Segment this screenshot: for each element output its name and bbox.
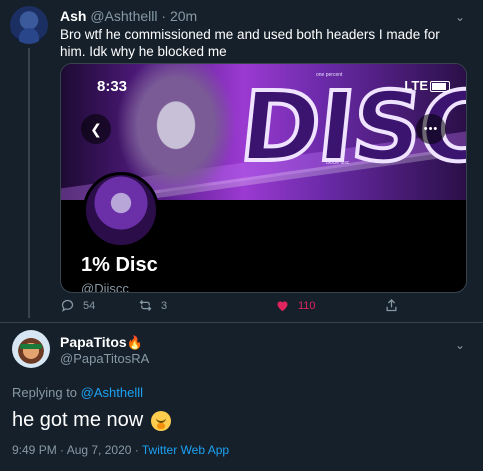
retweet-button[interactable]: 3 xyxy=(138,298,167,313)
handle[interactable]: @Ashthelll xyxy=(90,8,157,24)
replying-to-link[interactable]: @Ashthelll xyxy=(81,385,143,400)
divider xyxy=(0,322,483,323)
tweet-header: Ash @Ashthelll · 20m xyxy=(60,8,197,24)
source-link[interactable]: Twitter Web App xyxy=(142,443,229,457)
reply-button[interactable]: 54 xyxy=(60,298,95,313)
avatar[interactable] xyxy=(10,6,48,44)
retweet-icon xyxy=(139,300,152,311)
status-time: 8:33 xyxy=(97,78,128,95)
battery-icon xyxy=(430,81,450,92)
status-network: LTE xyxy=(404,78,428,93)
smirk-emoji-icon xyxy=(151,410,172,431)
fire-emoji: 🔥 xyxy=(126,335,143,350)
back-arrow-icon: ❮ xyxy=(81,114,111,144)
share-icon xyxy=(386,298,397,312)
share-button[interactable] xyxy=(384,298,399,313)
handle[interactable]: @PapaTitosRA xyxy=(60,351,149,366)
display-name[interactable]: Ash xyxy=(60,8,86,24)
like-count: 110 xyxy=(298,299,316,312)
tweet-original[interactable]: Ash @Ashthelll · 20m ⌄ Bro wtf he commis… xyxy=(0,0,483,322)
banner-tag-top: one percent xyxy=(316,72,343,78)
display-name[interactable]: PapaTitos🔥 xyxy=(60,334,143,351)
reply-count: 54 xyxy=(83,299,96,312)
banner-tag-bottom: diocle disc xyxy=(326,160,350,166)
tweet-meta: 9:49 PM · Aug 7, 2020 · Twitter Web App xyxy=(12,443,230,457)
more-icon: ••• xyxy=(416,114,446,144)
profile-avatar-image xyxy=(83,172,159,248)
like-button[interactable]: 110 xyxy=(275,298,316,313)
profile-handle: @Diiscc xyxy=(81,281,129,293)
chevron-down-icon[interactable]: ⌄ xyxy=(455,10,465,24)
profile-name: 1% Disc xyxy=(81,254,158,276)
heart-icon xyxy=(277,301,288,312)
reply-icon xyxy=(61,299,74,312)
chevron-down-icon[interactable]: ⌄ xyxy=(455,338,465,352)
thread-line xyxy=(28,48,30,318)
retweet-count: 3 xyxy=(161,299,168,312)
tweet-text: he got me now xyxy=(12,409,172,432)
tweet-time[interactable]: 20m xyxy=(170,8,197,24)
avatar[interactable] xyxy=(12,330,50,368)
timestamp[interactable]: 9:49 PM · Aug 7, 2020 xyxy=(12,443,131,457)
separator: · xyxy=(161,8,167,24)
media-image[interactable]: DISC one percent diocle disc 8:33 LTE ❮ … xyxy=(60,63,467,293)
tweet-actions: 54 3 110 xyxy=(60,298,465,318)
tweet-text: Bro wtf he commissioned me and used both… xyxy=(60,27,440,59)
replying-to: Replying to @Ashthelll xyxy=(12,385,144,400)
